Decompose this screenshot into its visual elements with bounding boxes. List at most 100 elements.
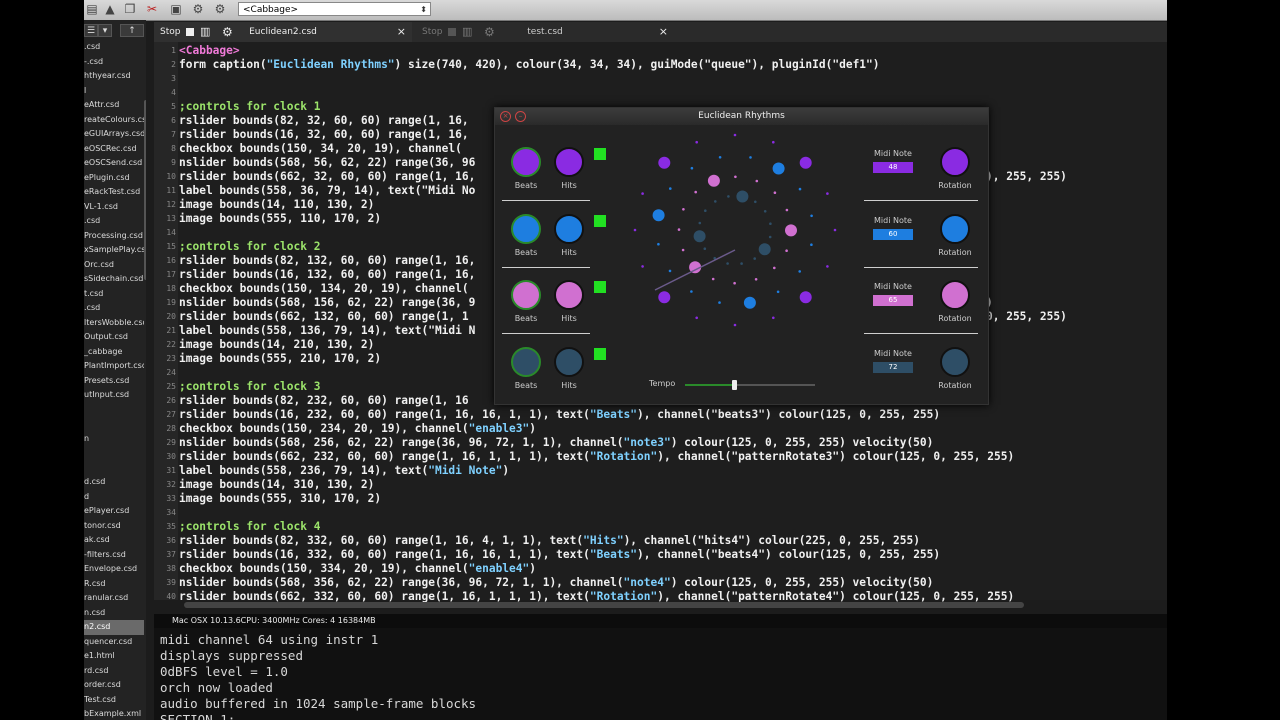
code-line[interactable]: label bounds(558, 136, 79, 14), text("Mi… [179, 324, 475, 338]
file-list-item[interactable]: R.csd [84, 577, 144, 592]
enable-checkbox[interactable] [594, 281, 606, 293]
gear-icon[interactable]: ⚙ [212, 2, 228, 17]
code-line[interactable]: rslider bounds(16, 132, 60, 60) range(1,… [179, 268, 475, 282]
file-list-item[interactable]: ePlayer.csd [84, 504, 144, 519]
file-list-item[interactable]: VL-1.csd [84, 200, 144, 215]
code-line[interactable]: rslider bounds(82, 232, 60, 60) range(1,… [179, 394, 469, 408]
export-icon[interactable]: ▲ [102, 2, 118, 17]
file-list-item[interactable]: eOSCRec.csd [84, 142, 144, 157]
file-list-item[interactable]: l [84, 84, 144, 99]
tab-test[interactable]: Stop ▥ ⚙ test.csd × [416, 22, 674, 42]
file-list-item[interactable]: Presets.csd [84, 374, 144, 389]
file-list-item[interactable]: eRackTest.csd [84, 185, 144, 200]
file-list-item[interactable]: quencer.csd [84, 635, 144, 650]
code-line[interactable]: image bounds(14, 310, 130, 2) [179, 478, 374, 492]
rotation-knob[interactable] [940, 213, 970, 244]
file-list-item[interactable]: .csd [84, 40, 144, 55]
enable-checkbox[interactable] [594, 148, 606, 160]
code-line[interactable]: nslider bounds(568, 256, 62, 22) range(3… [179, 436, 933, 450]
midi-note-value[interactable]: 48 [873, 162, 913, 173]
file-list-item[interactable]: rd.csd [84, 664, 144, 679]
code-line[interactable]: rslider bounds(82, 132, 60, 60) range(1,… [179, 254, 475, 268]
midi-note-value[interactable]: 60 [873, 228, 913, 240]
file-list-item[interactable]: hthyear.csd [84, 69, 144, 84]
beats-knob[interactable] [511, 280, 541, 310]
enable-checkbox[interactable] [594, 347, 606, 360]
code-line[interactable]: rslider bounds(82, 332, 60, 60) range(1,… [179, 534, 920, 548]
file-list-item[interactable]: n2.csd [84, 620, 144, 635]
code-line[interactable]: ;controls for clock 1 [179, 100, 320, 114]
code-line[interactable]: checkbox bounds(150, 34, 20, 19), channe… [179, 142, 462, 156]
code-line[interactable]: image bounds(555, 110, 170, 2) [179, 212, 381, 226]
chevron-down-icon[interactable]: ▾ [98, 24, 112, 37]
code-line[interactable]: ;controls for clock 4 [179, 520, 320, 534]
beats-knob[interactable] [511, 147, 541, 177]
enable-checkbox[interactable] [594, 214, 606, 227]
file-list-item[interactable]: n.csd [84, 606, 144, 621]
file-list-item[interactable]: .csd [84, 301, 144, 316]
code-line[interactable]: ;controls for clock 2 [179, 240, 320, 254]
file-list-scrollbar[interactable] [144, 100, 146, 280]
file-list-item[interactable]: t.csd [84, 287, 144, 302]
file-list-item[interactable]: d.csd [84, 475, 144, 490]
code-line[interactable]: rslider bounds(16, 232, 60, 60) range(1,… [179, 408, 940, 422]
file-list-item[interactable]: Orc.csd [84, 258, 144, 273]
tempo-slider-thumb[interactable] [732, 380, 738, 390]
code-line[interactable]: rslider bounds(82, 32, 60, 60) range(1, … [179, 114, 469, 128]
code-line[interactable]: nslider bounds(568, 156, 62, 22) range(3… [179, 296, 475, 310]
copy-icon[interactable]: ❐ [122, 2, 138, 17]
code-line[interactable]: rslider bounds(662, 232, 60, 60) range(1… [179, 450, 1014, 464]
code-line[interactable]: rslider bounds(16, 32, 60, 60) range(1, … [179, 128, 469, 142]
file-list-item[interactable]: d [84, 490, 144, 505]
file-list-item[interactable]: PlantImport.csd [84, 359, 144, 374]
code-line[interactable]: nslider bounds(568, 356, 62, 22) range(3… [179, 576, 933, 590]
beats-knob[interactable] [511, 213, 541, 244]
hits-knob[interactable] [554, 213, 584, 244]
file-list-item[interactable]: eOSCSend.csd [84, 156, 144, 171]
rotation-knob[interactable] [940, 147, 970, 177]
file-list-item[interactable]: tonor.csd [84, 519, 144, 534]
file-list-item[interactable]: e1.html [84, 649, 144, 664]
file-list-item[interactable]: ranular.csd [84, 591, 144, 606]
file-list-item[interactable]: ak.csd [84, 533, 144, 548]
file-list-item[interactable]: Output.csd [84, 330, 144, 345]
menu-icon[interactable]: ☰ [84, 24, 98, 37]
rotation-knob[interactable] [940, 346, 970, 377]
code-line[interactable]: image bounds(14, 110, 130, 2) [179, 198, 374, 212]
file-list-item[interactable]: -.csd [84, 55, 144, 70]
arrow-up-icon[interactable]: ↑ [120, 24, 144, 37]
code-line[interactable]: nslider bounds(568, 56, 62, 22) range(36… [179, 156, 475, 170]
beats-knob[interactable] [511, 346, 541, 377]
midi-note-value[interactable]: 65 [873, 295, 913, 306]
file-list-item[interactable]: sSidechain.csd [84, 272, 144, 287]
paste-icon[interactable]: ▣ [168, 2, 184, 17]
hits-knob[interactable] [554, 280, 584, 310]
cut-icon[interactable]: ✂ [144, 2, 160, 17]
file-list-item[interactable] [84, 446, 144, 461]
file-list-item[interactable]: .csd [84, 214, 144, 229]
file-list-item[interactable]: xSamplePlay.csd [84, 243, 144, 258]
file-list-item[interactable] [84, 461, 144, 476]
code-line[interactable]: ;controls for clock 3 [179, 380, 320, 394]
close-icon[interactable]: × [397, 22, 406, 42]
file-list-item[interactable]: _cabbage [84, 345, 144, 360]
file-list-item[interactable]: eGUIArrays.csd [84, 127, 144, 142]
plugin-title-bar[interactable]: × – Euclidean Rhythms [495, 108, 988, 125]
file-list-item[interactable] [84, 417, 144, 432]
hits-knob[interactable] [554, 346, 584, 377]
code-line[interactable]: rslider bounds(662, 132, 60, 60) range(1… [179, 310, 469, 324]
file-list-item[interactable]: order.csd [84, 678, 144, 693]
close-icon[interactable]: × [659, 22, 668, 42]
file-list-item[interactable]: Processing.csd [84, 229, 144, 244]
code-line[interactable]: label bounds(558, 36, 79, 14), text("Mid… [179, 184, 475, 198]
rotation-knob[interactable] [940, 280, 970, 310]
file-list-item[interactable]: reateColours.csd [84, 113, 144, 128]
settings-icon[interactable]: ⚙ [190, 2, 206, 17]
code-line[interactable]: <Cabbage> [179, 44, 240, 58]
code-line[interactable]: label bounds(558, 236, 79, 14), text("Mi… [179, 464, 509, 478]
code-line[interactable]: image bounds(555, 310, 170, 2) [179, 492, 381, 506]
tab-euclidean2[interactable]: Stop ▥ ⚙ Euclidean2.csd × [154, 22, 412, 42]
snippet-combo-box[interactable]: <Cabbage> ⬍ [238, 2, 431, 16]
midi-note-value[interactable]: 72 [873, 361, 913, 373]
code-line[interactable]: checkbox bounds(150, 334, 20, 19), chann… [179, 562, 536, 576]
